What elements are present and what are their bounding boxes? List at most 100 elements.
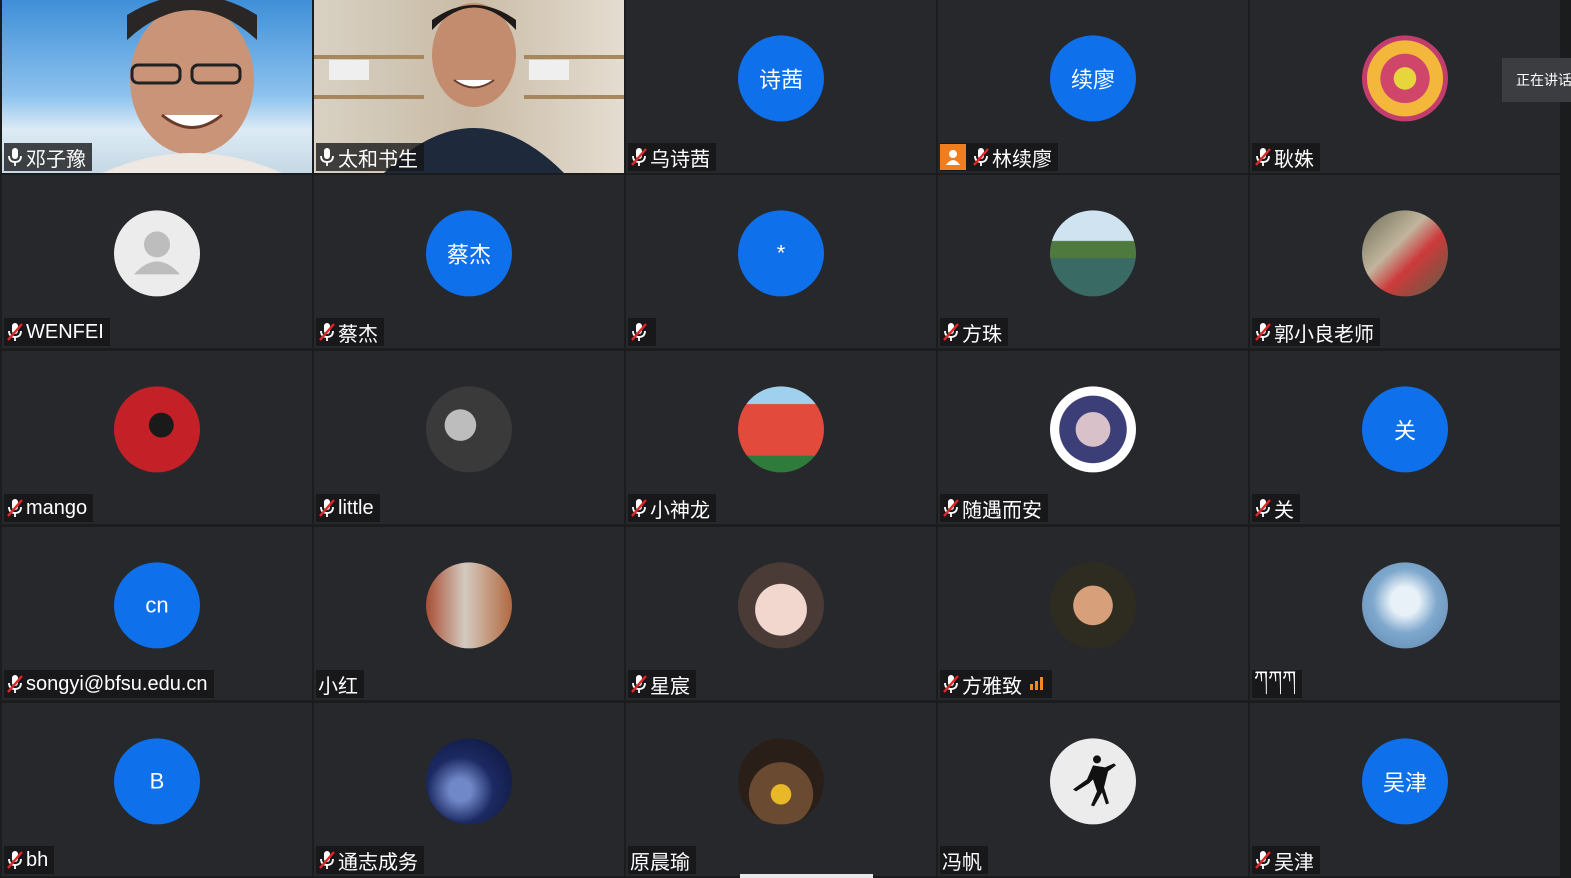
microphone-muted-icon [318,322,336,342]
participant-name: little [338,496,374,519]
participant-name: 林续廖 [992,148,1052,171]
child-photo [1362,209,1448,296]
participant-name-tag: 方珠 [940,318,1008,346]
participant-tile[interactable]: ཀཀཀ [1250,527,1560,700]
participant-tile[interactable]: 吴津 吴津 [1250,703,1560,876]
participant-tile[interactable]: 续廖 林续廖 [938,0,1248,173]
participant-tile[interactable]: 通志成务 [314,703,624,876]
microphone-muted-icon [942,498,960,518]
participant-tile[interactable]: * [626,175,936,348]
avatar-initials: 关 [1362,385,1448,472]
participant-name: 乌诗茜 [650,148,710,171]
participant-name: 原晨瑜 [630,851,690,874]
participant-tile[interactable]: mango [2,351,312,524]
participant-tile[interactable]: 郭小良老师 [1250,175,1560,348]
participant-tile[interactable]: Bbh [2,703,312,876]
participant-name: 关 [1274,499,1294,522]
participant-name: mango [26,496,88,519]
participant-name: 方雅致 [962,675,1022,698]
microphone-muted-icon [6,322,24,342]
participant-name-tag: 随遇而安 [940,494,1048,522]
participant-tile[interactable]: 小神龙 [626,351,936,524]
active-speaker-tab[interactable]: 正在讲话 [1502,58,1571,102]
microphone-muted-icon [942,674,960,694]
participant-name-tag: 林续廖 [940,143,1058,171]
participant-name-tag: ཀཀཀ [1252,668,1303,698]
participant-tile[interactable]: cn songyi@bfsu.edu.cn [2,527,312,700]
participant-tile[interactable]: 关关 [1250,351,1560,524]
participant-tile[interactable]: WENFEI [2,175,312,348]
person-icon [940,144,966,170]
microphone-icon [318,147,336,167]
participant-tile[interactable]: 冯帆 [938,703,1248,876]
avatar-initials: B [114,737,200,824]
walking-man-photo [426,561,512,648]
participant-tile[interactable]: 诗茜 乌诗茜 [626,0,936,173]
participant-name: 星宸 [650,675,690,698]
participant-tile[interactable]: 星宸 [626,527,936,700]
sunflower-girl-photo [738,737,824,824]
participant-tile[interactable]: 蔡杰 蔡杰 [314,175,624,348]
participant-name-tag [628,318,656,346]
participant-name-tag: 星宸 [628,670,696,698]
participant-tile[interactable]: 太和书生 [314,0,624,173]
scroll-indicator[interactable] [740,874,873,878]
night-sky-photo [426,737,512,824]
participant-name: 吴津 [1274,851,1314,874]
microphone-muted-icon [630,322,648,342]
avatar-initials: 吴津 [1362,737,1448,824]
participant-name: bh [26,848,49,871]
participant-name-tag: 蔡杰 [316,318,384,346]
avatar-initials: cn [114,561,200,648]
participant-name-tag: 耿姝 [1252,143,1320,171]
frost-tree-photo [1362,561,1448,648]
participant-name-tag: songyi@bfsu.edu.cn [4,670,214,698]
microphone-muted-icon [6,498,24,518]
default-user-icon [114,209,200,296]
participant-name: 小红 [318,675,358,698]
participant-name: 随遇而安 [962,499,1042,522]
participant-tile[interactable]: 原晨瑜 [626,703,936,876]
participant-name-tag: 郭小良老师 [1252,318,1380,346]
participant-name: 太和书生 [338,148,418,171]
participant-name-tag: 关 [1252,494,1300,522]
participant-name-tag: 通志成务 [316,846,424,874]
participant-name: songyi@bfsu.edu.cn [26,672,208,695]
microphone-muted-icon [972,147,990,167]
participant-name-tag: little [316,494,380,522]
participant-name: 方珠 [962,323,1002,346]
participant-name-tag: 原晨瑜 [628,846,696,874]
participant-name: 冯帆 [942,851,982,874]
participant-tile[interactable]: little [314,351,624,524]
avatar-initials: 蔡杰 [426,209,512,296]
network-signal-icon [1030,673,1046,696]
participant-name: 邓子豫 [26,148,86,171]
microphone-muted-icon [630,147,648,167]
girl-bw-photo [426,385,512,472]
glasses-girl-photo [738,561,824,648]
participant-name: 蔡杰 [338,323,378,346]
participant-name-tag: mango [4,494,94,522]
jumpman-logo [1050,737,1136,824]
participant-name-tag: 小红 [316,670,364,698]
participant-name-tag: 小神龙 [628,494,716,522]
woman-portrait-photo [1050,385,1136,472]
microphone-muted-icon [942,322,960,342]
lake-photo [1050,209,1136,296]
participant-name: 小神龙 [650,499,710,522]
participant-tile[interactable]: 随遇而安 [938,351,1248,524]
participant-name: 通志成务 [338,851,418,874]
microphone-muted-icon [1254,850,1272,870]
microphone-muted-icon [1254,322,1272,342]
participant-name: WENFEI [26,320,104,343]
participant-tile[interactable]: 方珠 [938,175,1248,348]
microphone-muted-icon [6,850,24,870]
microphone-muted-icon [1254,147,1272,167]
participant-tile[interactable]: 小红 [314,527,624,700]
watermelon-photo [738,385,824,472]
mandala-photo [1362,34,1448,121]
smiling-woman-photo [1050,561,1136,648]
participant-name-tag: 邓子豫 [4,143,92,171]
participant-tile[interactable]: 方雅致 [938,527,1248,700]
participant-tile[interactable]: 邓子豫 [2,0,312,173]
